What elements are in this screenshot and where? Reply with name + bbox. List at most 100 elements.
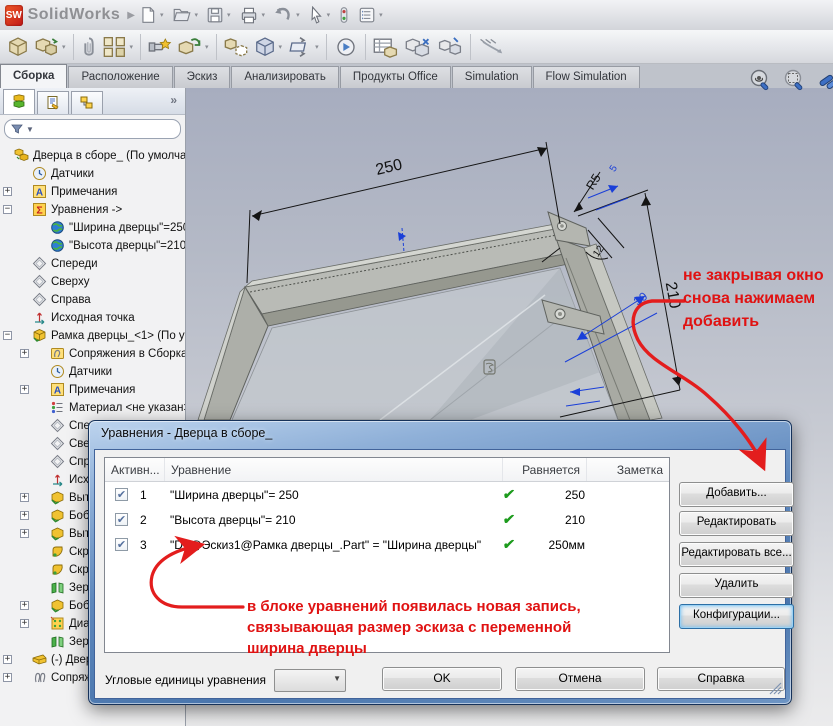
tree-item[interactable]: Датчики <box>0 363 185 381</box>
tab-simulation[interactable]: Simulation <box>452 66 532 88</box>
tree-item[interactable]: Справа <box>0 291 185 309</box>
save-document-icon[interactable]: ▾ <box>206 3 231 27</box>
expand-icon[interactable]: + <box>20 529 29 538</box>
tree-item[interactable]: Дверца в сборе_ (По умолча <box>0 147 185 165</box>
expand-icon[interactable]: + <box>3 673 12 682</box>
tab-property-manager[interactable] <box>37 91 69 114</box>
rebuild-icon[interactable] <box>338 3 350 27</box>
insert-components-icon[interactable] <box>7 32 29 62</box>
tree-filter-input[interactable]: ▼ <box>4 119 181 139</box>
expand-icon[interactable]: + <box>20 511 29 520</box>
tree-item[interactable]: Сверху <box>0 273 185 291</box>
menu-expand-icon[interactable]: ▶ <box>127 10 135 21</box>
tab-evaluate[interactable]: Анализировать <box>231 66 338 88</box>
dim-radius-label[interactable]: R5 <box>583 171 603 192</box>
delete-button[interactable]: Удалить <box>679 573 794 598</box>
ok-button[interactable]: OK <box>382 667 502 691</box>
dropdown-caret-icon[interactable]: ▾ <box>315 43 319 51</box>
edit-all-button[interactable]: Редактировать все... <box>679 542 794 567</box>
assembly-features-icon[interactable]: ▾ <box>254 32 283 62</box>
dropdown-caret-icon[interactable]: ▾ <box>296 11 300 19</box>
tab-office[interactable]: Продукты Office <box>340 66 451 88</box>
active-checkbox[interactable]: ✔ <box>115 488 128 501</box>
tree-item[interactable]: +AПримечания <box>0 381 185 399</box>
move-component-icon[interactable]: ▾ <box>178 32 209 62</box>
tree-item[interactable]: +Сопряжения в Сборка1 <box>0 345 185 363</box>
help-button[interactable]: Справка <box>657 667 785 691</box>
equation-row[interactable]: ✔3"D1@Эскиз1@Рамка дверцы_.Part" = "Шири… <box>105 532 669 557</box>
equation-text[interactable]: "Высота дверцы"= 210 <box>162 513 503 527</box>
reference-geometry-icon[interactable]: ▾ <box>288 32 319 62</box>
select-cursor-icon[interactable]: ▾ <box>308 3 331 27</box>
dropdown-caret-icon[interactable]: ▾ <box>205 43 209 51</box>
smart-fasteners-icon[interactable] <box>148 32 172 62</box>
expand-icon[interactable]: + <box>20 619 29 628</box>
expand-icon[interactable]: + <box>20 493 29 502</box>
resize-grip[interactable] <box>769 682 782 695</box>
bill-of-materials-icon[interactable] <box>373 32 399 62</box>
dropdown-caret-icon[interactable]: ▾ <box>262 11 266 19</box>
tab-feature-manager[interactable] <box>3 89 35 114</box>
tab-sketch[interactable]: Эскиз <box>174 66 231 88</box>
active-checkbox[interactable]: ✔ <box>115 513 128 526</box>
equation-text[interactable]: "Ширина дверцы"= 250 <box>162 488 503 502</box>
tree-item[interactable]: Материал <не указан> <box>0 399 185 417</box>
col-active[interactable]: Активн... <box>105 458 165 481</box>
explode-line-sketch-icon[interactable] <box>478 32 506 62</box>
tree-item[interactable]: −ΣУравнения -> <box>0 201 185 219</box>
new-document-icon[interactable]: ▾ <box>139 3 164 27</box>
tree-item[interactable]: Датчики <box>0 165 185 183</box>
active-checkbox[interactable]: ✔ <box>115 538 128 551</box>
dropdown-caret-icon[interactable]: ▾ <box>327 11 331 19</box>
show-hidden-components-icon[interactable] <box>224 32 248 62</box>
undo-icon[interactable]: ▾ <box>273 3 300 27</box>
tree-item[interactable]: Исходная точка <box>0 309 185 327</box>
tab-layout[interactable]: Расположение <box>68 66 172 88</box>
motion-study-icon[interactable] <box>334 32 358 62</box>
linear-component-pattern-icon[interactable]: ▾ <box>103 32 134 62</box>
collapse-icon[interactable]: − <box>3 205 12 214</box>
filter-caret-icon[interactable]: ▼ <box>26 125 34 134</box>
equation-row[interactable]: ✔1"Ширина дверцы"= 250✔250 <box>105 482 669 507</box>
tree-item[interactable]: Спереди <box>0 255 185 273</box>
equations-dialog[interactable]: Уравнения - Дверца в сборе_ Активн... Ур… <box>88 420 792 705</box>
dropdown-caret-icon[interactable]: ▾ <box>379 11 383 19</box>
options-list-icon[interactable]: ▾ <box>358 3 383 27</box>
dropdown-caret-icon[interactable]: ▾ <box>227 11 231 19</box>
cancel-button[interactable]: Отмена <box>515 667 645 691</box>
clearance-verification-icon[interactable] <box>437 32 463 62</box>
tree-item[interactable]: "Ширина дверцы"=250 <box>0 219 185 237</box>
interference-detection-icon[interactable] <box>405 32 431 62</box>
equations-table[interactable]: Активн... Уравнение Равняется Заметка ✔1… <box>104 457 670 653</box>
dim-width-label[interactable]: 250 <box>374 156 404 179</box>
expand-icon[interactable]: + <box>3 655 12 664</box>
insert-components-alt-icon[interactable]: ▾ <box>35 32 66 62</box>
col-note[interactable]: Заметка <box>587 458 669 481</box>
expand-icon[interactable]: + <box>20 349 29 358</box>
zoom-orbit-icon[interactable] <box>748 68 774 94</box>
col-evaluates[interactable]: Равняется <box>503 458 587 481</box>
equation-text[interactable]: "D1@Эскиз1@Рамка дверцы_.Part" = "Ширина… <box>162 538 503 552</box>
collapse-icon[interactable]: − <box>3 331 12 340</box>
col-equation[interactable]: Уравнение <box>165 458 503 481</box>
dropdown-caret-icon[interactable]: ▾ <box>62 43 66 51</box>
expand-icon[interactable]: + <box>3 187 12 196</box>
tree-item[interactable]: −Рамка дверцы_<1> (По ум <box>0 327 185 345</box>
zoom-to-area-icon[interactable] <box>782 68 808 94</box>
dim-gap-label[interactable]: 5 <box>608 163 621 174</box>
configurations-button[interactable]: Конфигурации... <box>679 604 794 629</box>
dropdown-caret-icon[interactable]: ▾ <box>279 43 283 51</box>
dropdown-caret-icon[interactable]: ▾ <box>195 11 199 19</box>
dropdown-caret-icon[interactable]: ▾ <box>160 11 164 19</box>
edit-button[interactable]: Редактировать <box>679 511 794 536</box>
dropdown-caret-icon[interactable]: ▾ <box>130 43 134 51</box>
tree-item[interactable]: +AПримечания <box>0 183 185 201</box>
angular-units-select[interactable] <box>274 669 346 692</box>
tree-item[interactable]: "Высота дверцы"=210 <box>0 237 185 255</box>
mate-icon[interactable] <box>81 32 97 62</box>
add-button[interactable]: Добавить... <box>679 482 794 507</box>
print-document-icon[interactable]: ▾ <box>239 3 266 27</box>
tab-flow-simulation[interactable]: Flow Simulation <box>533 66 640 88</box>
tab-configuration-manager[interactable] <box>71 91 103 114</box>
dim-offset-label[interactable]: 30 <box>631 289 650 308</box>
